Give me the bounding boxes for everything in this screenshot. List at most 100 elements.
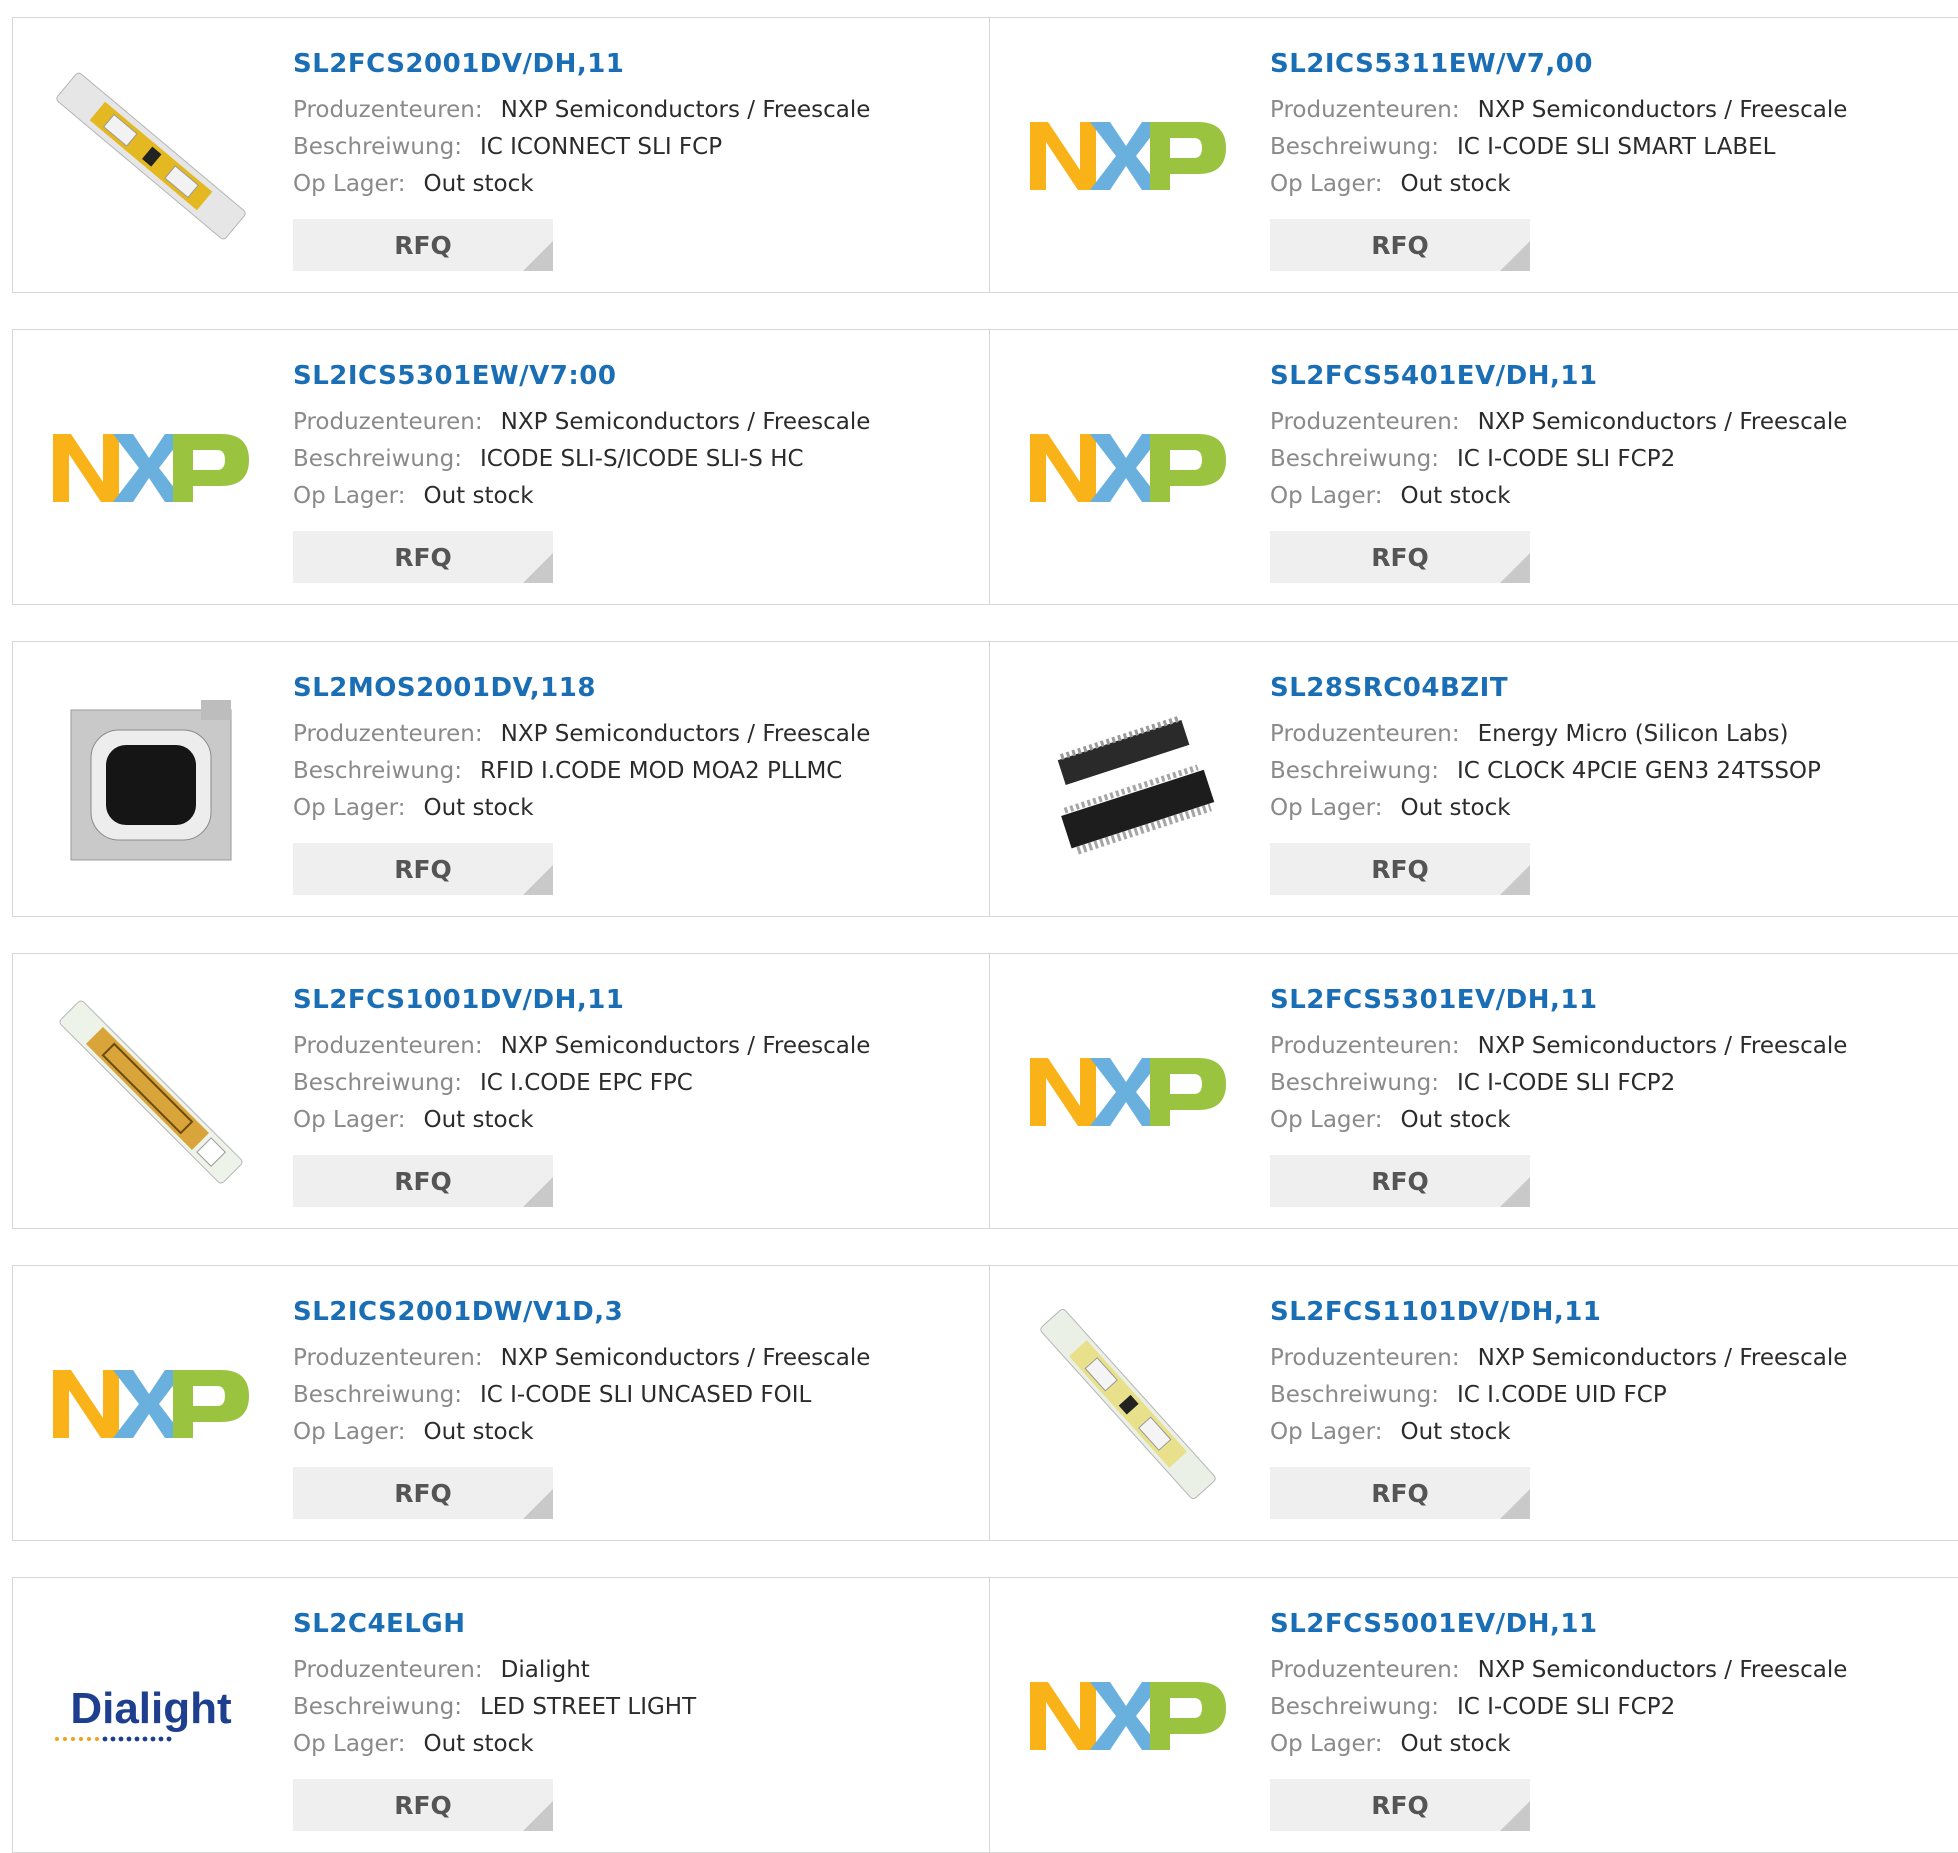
rfq-button[interactable]: RFQ <box>1270 843 1530 895</box>
corner-triangle-icon <box>523 1801 553 1831</box>
rfq-label: RFQ <box>1371 1790 1429 1820</box>
product-card: SL2FCS1101DV/DH,11 Produzenteuren: NXP Se… <box>990 1265 1958 1541</box>
nxp-logo[interactable] <box>51 1304 251 1504</box>
rfq-label: RFQ <box>394 1166 452 1196</box>
part-number-link[interactable]: SL2FCS5301EV/DH,11 <box>1270 984 1957 1016</box>
rfid-strip-icon[interactable] <box>51 56 251 256</box>
part-number-link[interactable]: SL2ICS5301EW/V7:00 <box>293 360 979 392</box>
description-value: IC I-CODE SLI FCP2 <box>1456 1070 1676 1096</box>
rfq-label: RFQ <box>1371 854 1429 884</box>
stock-value: Out stock <box>423 1731 534 1757</box>
product-info: SL2FCS1001DV/DH,11 Produzenteuren: NXP Se… <box>293 984 979 1139</box>
corner-triangle-icon <box>1500 553 1530 583</box>
stock-label: Op Lager: <box>1270 171 1383 197</box>
product-card: SL2ICS5311EW/V7,00 Produzenteuren: NXP Se… <box>990 17 1958 293</box>
dialight-logo-text: Dialight <box>70 1684 232 1733</box>
product-grid: SL2FCS2001DV/DH,11 Produzenteuren: NXP Se… <box>12 17 1958 1853</box>
part-number-link[interactable]: SL2C4ELGH <box>293 1608 979 1640</box>
rfq-button[interactable]: RFQ <box>1270 1155 1530 1207</box>
stock-value: Out stock <box>423 795 534 821</box>
stock-label: Op Lager: <box>293 1731 406 1757</box>
nxp-logo[interactable] <box>1028 992 1228 1192</box>
rfq-button[interactable]: RFQ <box>293 531 553 583</box>
producer-value: NXP Semiconductors / Freescale <box>1477 1345 1848 1371</box>
stock-value: Out stock <box>423 171 534 197</box>
description-label: Beschreiwung: <box>293 1694 462 1720</box>
stock-label: Op Lager: <box>293 483 406 509</box>
product-info: SL2ICS2001DW/V1D,3 Produzenteuren: NXP Se… <box>293 1296 979 1451</box>
stock-value: Out stock <box>1400 1419 1511 1445</box>
part-number-link[interactable]: SL28SRC04BZIT <box>1270 672 1957 704</box>
rfq-button[interactable]: RFQ <box>293 1779 553 1831</box>
description-label: Beschreiwung: <box>1270 1694 1439 1720</box>
rfid-module-icon[interactable] <box>51 680 251 880</box>
rfq-label: RFQ <box>394 854 452 884</box>
part-number-link[interactable]: SL2ICS5311EW/V7,00 <box>1270 48 1957 80</box>
rfq-button[interactable]: RFQ <box>293 1155 553 1207</box>
rfq-button[interactable]: RFQ <box>1270 1779 1530 1831</box>
part-number-link[interactable]: SL2FCS2001DV/DH,11 <box>293 48 979 80</box>
product-card: SL2FCS1001DV/DH,11 Produzenteuren: NXP Se… <box>12 953 990 1229</box>
rfq-label: RFQ <box>1371 1478 1429 1508</box>
producer-label: Produzenteuren: <box>293 97 483 123</box>
rfq-button[interactable]: RFQ <box>1270 531 1530 583</box>
stock-label: Op Lager: <box>1270 1419 1383 1445</box>
stock-label: Op Lager: <box>1270 1731 1383 1757</box>
description-label: Beschreiwung: <box>293 1070 462 1096</box>
rfq-label: RFQ <box>394 542 452 572</box>
rfq-button[interactable]: RFQ <box>293 843 553 895</box>
rfid-strip-icon[interactable] <box>51 992 251 1192</box>
producer-label: Produzenteuren: <box>293 1033 483 1059</box>
rfq-button[interactable]: RFQ <box>1270 1467 1530 1519</box>
rfq-button[interactable]: RFQ <box>293 1467 553 1519</box>
product-info: SL2FCS1101DV/DH,11 Produzenteuren: NXP Se… <box>1270 1296 1957 1451</box>
nxp-logo[interactable] <box>51 368 251 568</box>
part-number-link[interactable]: SL2FCS5401EV/DH,11 <box>1270 360 1957 392</box>
producer-label: Produzenteuren: <box>1270 409 1460 435</box>
producer-value: NXP Semiconductors / Freescale <box>1477 1657 1848 1683</box>
description-label: Beschreiwung: <box>1270 758 1439 784</box>
product-info: SL2C4ELGH Produzenteuren: Dialight Beschr… <box>293 1608 979 1763</box>
nxp-logo[interactable] <box>1028 368 1228 568</box>
stock-label: Op Lager: <box>1270 483 1383 509</box>
rfq-button[interactable]: RFQ <box>293 219 553 271</box>
rfq-button[interactable]: RFQ <box>1270 219 1530 271</box>
part-number-link[interactable]: SL2FCS1101DV/DH,11 <box>1270 1296 1957 1328</box>
corner-triangle-icon <box>523 553 553 583</box>
description-label: Beschreiwung: <box>293 1382 462 1408</box>
product-info: SL2FCS5401EV/DH,11 Produzenteuren: NXP Se… <box>1270 360 1957 515</box>
description-value: IC I-CODE SLI FCP2 <box>1456 446 1676 472</box>
product-info: SL2FCS5001EV/DH,11 Produzenteuren: NXP Se… <box>1270 1608 1957 1763</box>
corner-triangle-icon <box>1500 865 1530 895</box>
stock-value: Out stock <box>1400 171 1511 197</box>
part-number-link[interactable]: SL2MOS2001DV,118 <box>293 672 979 704</box>
part-number-link[interactable]: SL2ICS2001DW/V1D,3 <box>293 1296 979 1328</box>
producer-label: Produzenteuren: <box>293 721 483 747</box>
description-value: IC I.CODE EPC FPC <box>479 1070 693 1096</box>
producer-value: NXP Semiconductors / Freescale <box>500 1033 871 1059</box>
rfid-strip-icon[interactable] <box>1028 1304 1228 1504</box>
part-number-link[interactable]: SL2FCS5001EV/DH,11 <box>1270 1608 1957 1640</box>
product-card: SL2FCS5401EV/DH,11 Produzenteuren: NXP Se… <box>990 329 1958 605</box>
producer-label: Produzenteuren: <box>293 1345 483 1371</box>
producer-value: NXP Semiconductors / Freescale <box>500 1345 871 1371</box>
product-info: SL2MOS2001DV,118 Produzenteuren: NXP Semi… <box>293 672 979 827</box>
rfq-label: RFQ <box>1371 542 1429 572</box>
nxp-logo[interactable] <box>1028 1616 1228 1816</box>
corner-triangle-icon <box>1500 241 1530 271</box>
product-card: SL2FCS5001EV/DH,11 Produzenteuren: NXP Se… <box>990 1577 1958 1853</box>
rfq-label: RFQ <box>394 230 452 260</box>
tssop-chip-icon[interactable] <box>1028 680 1228 880</box>
product-card: SL2ICS5301EW/V7:00 Produzenteuren: NXP Se… <box>12 329 990 605</box>
nxp-logo[interactable] <box>1028 56 1228 256</box>
description-value: LED STREET LIGHT <box>479 1694 697 1720</box>
product-info: SL2ICS5301EW/V7:00 Produzenteuren: NXP Se… <box>293 360 979 515</box>
product-card: SL2FCS2001DV/DH,11 Produzenteuren: NXP Se… <box>12 17 990 293</box>
producer-label: Produzenteuren: <box>1270 97 1460 123</box>
corner-triangle-icon <box>523 241 553 271</box>
stock-label: Op Lager: <box>1270 1107 1383 1133</box>
part-number-link[interactable]: SL2FCS1001DV/DH,11 <box>293 984 979 1016</box>
producer-label: Produzenteuren: <box>1270 1657 1460 1683</box>
dialight-logo[interactable]: Dialight <box>51 1616 251 1816</box>
description-label: Beschreiwung: <box>293 134 462 160</box>
